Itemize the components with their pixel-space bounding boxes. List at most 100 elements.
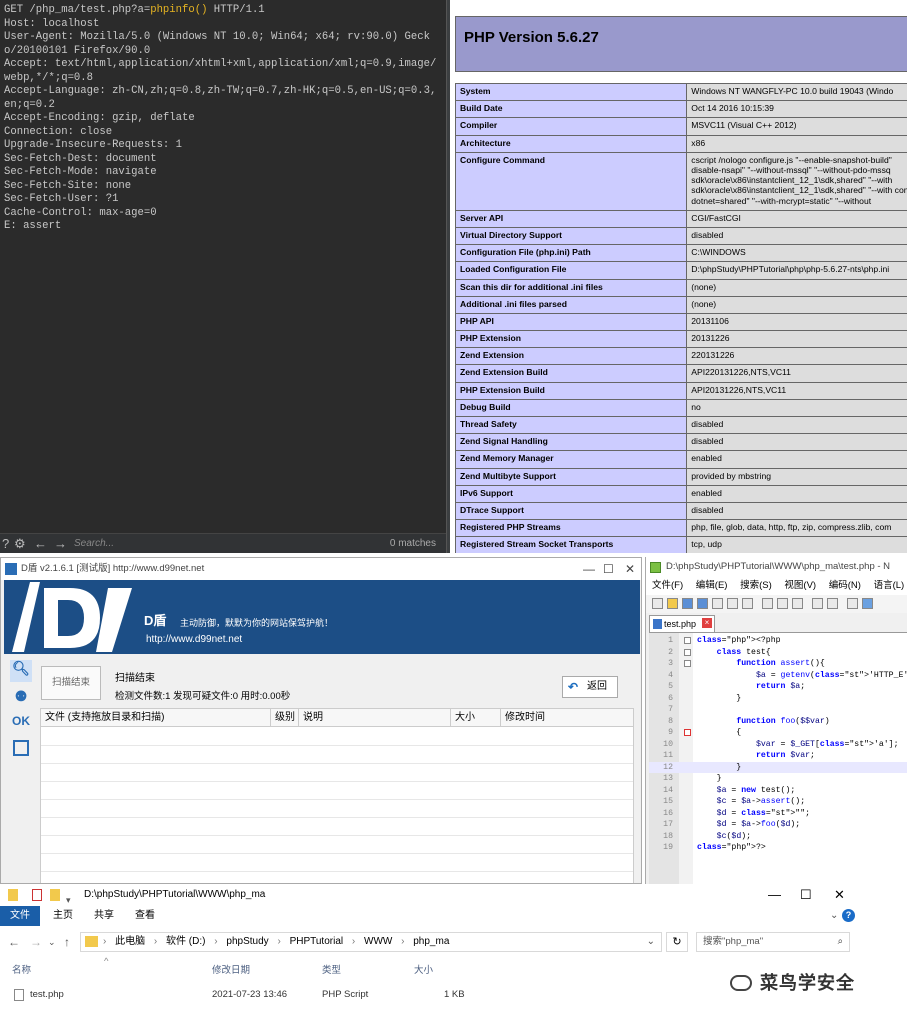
replace-icon[interactable]	[862, 598, 873, 609]
new-file-icon[interactable]	[652, 598, 663, 609]
fold-toggle-icon[interactable]	[684, 648, 691, 656]
help-icon[interactable]: ?	[842, 909, 855, 922]
code-line[interactable]: 5 return $a;	[649, 681, 907, 693]
code-line[interactable]: 6 }	[649, 693, 907, 705]
code-line[interactable]: 14 $a = new test();	[649, 785, 907, 797]
code-line[interactable]: 7	[649, 704, 907, 716]
undo-icon[interactable]	[812, 598, 823, 609]
window-icon[interactable]	[13, 740, 29, 756]
ok-icon[interactable]: OK	[10, 714, 32, 736]
code-line[interactable]: 18 $c($d);	[649, 831, 907, 843]
request-editor[interactable]: GET /php_ma/test.php?a=phpinfo() HTTP/1.…	[0, 0, 446, 553]
code-line[interactable]: 19 class="php">?>	[649, 842, 907, 854]
request-search-input[interactable]: Search...	[74, 536, 374, 552]
menu-encoding[interactable]: 编码(N)	[829, 580, 861, 591]
code-line[interactable]: 12 }	[649, 761, 907, 773]
paste-icon[interactable]	[792, 598, 803, 609]
save-all-icon[interactable]	[697, 598, 708, 609]
fold-toggle-icon[interactable]	[684, 637, 691, 644]
forward-arrow-icon[interactable]: →	[54, 536, 67, 551]
dshield-url[interactable]: http://www.d99net.net	[146, 634, 242, 645]
menu-edit[interactable]: 编辑(E)	[696, 580, 728, 591]
code-line[interactable]: 16 $d = class="st">"";	[649, 808, 907, 820]
breadcrumb-php-ma[interactable]: php_ma	[413, 936, 449, 947]
find-icon[interactable]	[847, 598, 858, 609]
column-header-size[interactable]: 大小	[451, 709, 501, 727]
refresh-icon[interactable]: ↻	[666, 932, 688, 952]
close-icon[interactable]: ✕	[834, 884, 845, 906]
request-text[interactable]: GET /php_ma/test.php?a=phpinfo() HTTP/1.…	[4, 4, 442, 234]
menu-search[interactable]: 搜索(S)	[740, 580, 772, 591]
address-dropdown-icon[interactable]: ⌄	[647, 933, 655, 951]
users-icon[interactable]: ⚉	[10, 688, 32, 710]
column-header-name[interactable]: 名称	[12, 962, 31, 976]
fold-toggle-icon[interactable]	[684, 660, 691, 667]
scan-search-icon[interactable]: 🔍︎	[10, 660, 32, 682]
quick-access-dropdown-icon[interactable]: ▾	[66, 889, 74, 905]
column-header-size[interactable]: 大小	[414, 962, 433, 976]
tab-test-php[interactable]: test.php ×	[649, 615, 715, 632]
search-input[interactable]: 搜索"php_ma" ⌕	[696, 932, 850, 952]
column-header-desc[interactable]: 说明	[299, 709, 451, 727]
code-lines[interactable]: 1 class="php"><?php 2 class test{3 functio…	[649, 635, 907, 854]
code-line[interactable]: 4 $a = getenv(class="st">'HTTP_E');	[649, 670, 907, 682]
gear-icon[interactable]: ⚙	[14, 536, 26, 552]
close-all-icon[interactable]	[727, 598, 738, 609]
ribbon-tab-home[interactable]: 主页	[53, 906, 73, 926]
copy-icon[interactable]	[777, 598, 788, 609]
maximize-icon[interactable]: ☐	[603, 558, 614, 580]
code-line[interactable]: 8 function foo($$var)	[649, 716, 907, 728]
back-arrow-icon[interactable]: ←	[8, 930, 20, 954]
new-folder-icon[interactable]	[50, 889, 60, 901]
address-bar[interactable]: › 此电脑 › 软件 (D:) › phpStudy › PHPTutorial…	[80, 932, 662, 952]
column-header-type[interactable]: 类型	[322, 962, 341, 976]
print-icon[interactable]	[742, 598, 753, 609]
code-line[interactable]: 11 return $var;	[649, 750, 907, 762]
properties-icon[interactable]	[32, 889, 42, 901]
column-header-level[interactable]: 级别	[271, 709, 299, 727]
redo-icon[interactable]	[827, 598, 838, 609]
fold-toggle-icon[interactable]	[684, 729, 691, 736]
maximize-icon[interactable]: ☐	[800, 884, 812, 906]
code-line[interactable]: 3 function assert(){	[649, 658, 907, 670]
close-icon[interactable]: ✕	[625, 558, 635, 580]
column-header-file[interactable]: 文件 (支持拖放目录和扫描)	[41, 709, 271, 727]
minimize-icon[interactable]: —	[768, 884, 781, 906]
up-arrow-icon[interactable]: ↑	[64, 930, 70, 954]
forward-arrow-icon[interactable]: →	[30, 930, 42, 954]
breadcrumb-this-pc[interactable]: 此电脑	[115, 936, 145, 947]
menu-view[interactable]: 视图(V)	[784, 580, 816, 591]
scan-button[interactable]: 扫描结束	[41, 666, 101, 700]
column-header-date[interactable]: 修改日期	[212, 962, 250, 976]
back-button[interactable]: ↶ 返回	[562, 676, 618, 698]
ribbon-tab-share[interactable]: 共享	[94, 906, 114, 926]
open-folder-icon[interactable]	[667, 598, 678, 609]
scan-results-table[interactable]: 文件 (支持拖放目录和扫描) 级别 说明 大小 修改时间	[40, 708, 634, 883]
code-line[interactable]: 15 $c = $a->assert();	[649, 796, 907, 808]
ribbon-tab-file[interactable]: 文件	[0, 906, 40, 926]
code-line[interactable]: 1 class="php"><?php	[649, 635, 907, 647]
cut-icon[interactable]	[762, 598, 773, 609]
close-file-icon[interactable]	[712, 598, 723, 609]
menu-file[interactable]: 文件(F)	[652, 580, 683, 591]
breadcrumb-phpstudy[interactable]: phpStudy	[226, 936, 268, 947]
save-icon[interactable]	[682, 598, 693, 609]
menu-language[interactable]: 语言(L)	[874, 580, 905, 591]
tab-close-icon[interactable]: ×	[702, 618, 712, 628]
code-editor[interactable]: 1 class="php"><?php 2 class test{3 functio…	[649, 632, 907, 884]
breadcrumb-phptutorial[interactable]: PHPTutorial	[290, 936, 344, 947]
column-header-mtime[interactable]: 修改时间	[501, 709, 633, 727]
recent-dropdown-icon[interactable]: ⌄	[48, 930, 56, 954]
code-line[interactable]: 13 }	[649, 773, 907, 785]
help-icon[interactable]: ?	[2, 536, 9, 551]
search-icon[interactable]: ⌕	[838, 933, 843, 951]
code-line[interactable]: 2 class test{	[649, 647, 907, 659]
breadcrumb-drive-d[interactable]: 软件 (D:)	[166, 936, 205, 947]
breadcrumb-www[interactable]: WWW	[364, 936, 392, 947]
code-line[interactable]: 17 $d = $a->foo($d);	[649, 819, 907, 831]
ribbon-tab-view[interactable]: 查看	[135, 906, 155, 926]
ribbon-expand-icon[interactable]: ⌄	[830, 906, 838, 926]
code-line[interactable]: 10 $var = $_GET[class="st">'a'];	[649, 739, 907, 751]
minimize-icon[interactable]: —	[583, 558, 595, 580]
code-line[interactable]: 9 {	[649, 727, 907, 739]
